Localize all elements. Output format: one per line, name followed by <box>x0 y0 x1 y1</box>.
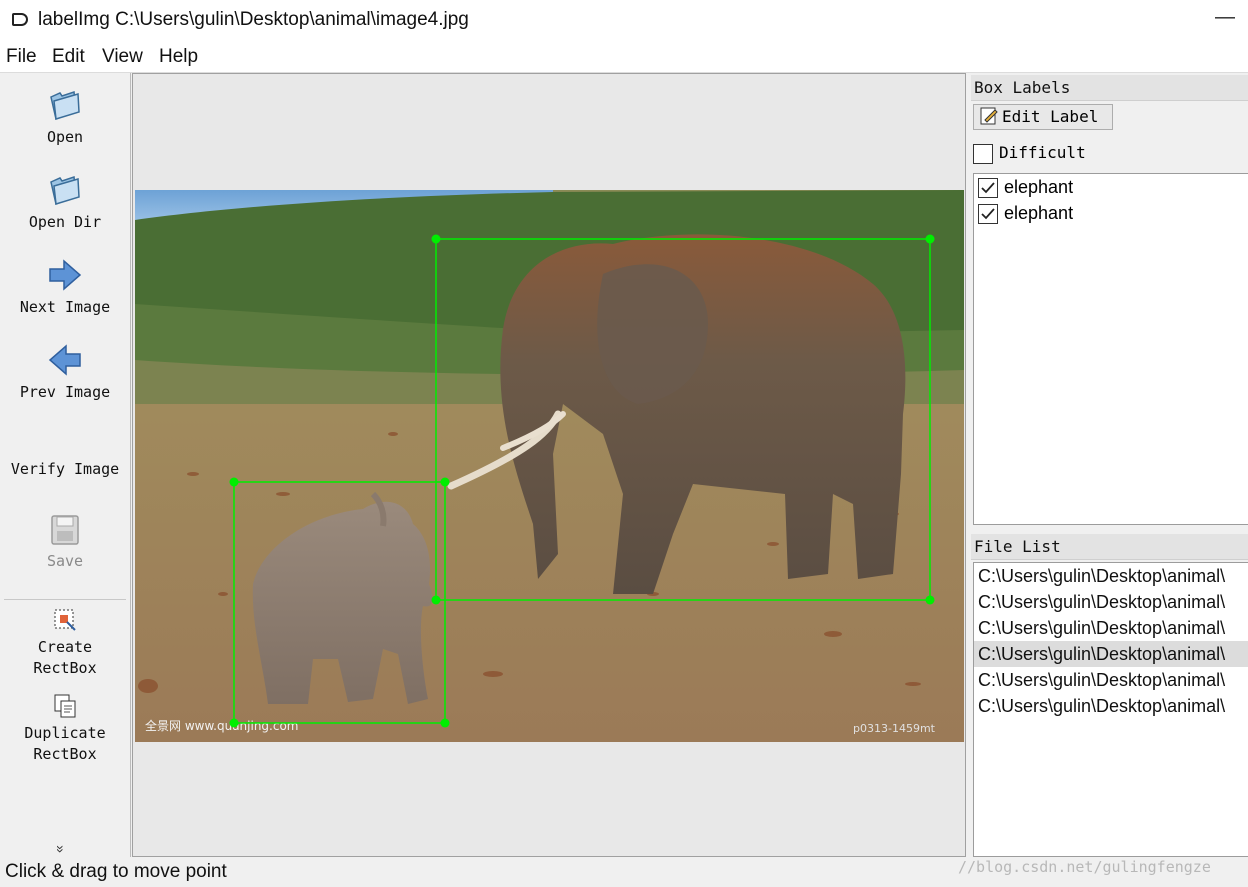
label-list-item[interactable]: elephant <box>974 200 1248 226</box>
verify-image-button[interactable]: Verify Image <box>0 459 130 480</box>
edit-label-button[interactable]: Edit Label <box>973 104 1113 130</box>
next-image-label: Next Image <box>19 298 111 316</box>
save-button[interactable]: Save <box>0 513 130 572</box>
status-text: Click & drag to move point <box>5 861 227 882</box>
file-list-title: File List <box>971 534 1248 560</box>
file-list-item[interactable]: C:\Users\gulin\Desktop\animal\ <box>974 589 1248 615</box>
photo: 全景网 www.quanjing.com p0313-1459mt <box>135 190 964 742</box>
minimize-button[interactable]: — <box>1214 6 1236 32</box>
prev-image-button[interactable]: Prev Image <box>0 342 130 403</box>
difficult-checkbox[interactable]: Difficult <box>973 143 1086 165</box>
file-list-item[interactable]: C:\Users\gulin\Desktop\animal\ <box>974 693 1248 719</box>
box-corner-handle[interactable] <box>229 477 239 487</box>
check-icon <box>981 208 995 220</box>
file-list-item[interactable]: C:\Users\gulin\Desktop\animal\ <box>974 563 1248 589</box>
title-bar: labelImg C:\Users\gulin\Desktop\animal\i… <box>0 0 1248 40</box>
file-list[interactable]: C:\Users\gulin\Desktop\animal\ C:\Users\… <box>973 562 1248 857</box>
create-rectbox-icon <box>54 609 76 631</box>
label-text: elephant <box>1004 203 1074 223</box>
save-label: Save <box>46 552 84 570</box>
window-title: labelImg C:\Users\gulin\Desktop\animal\i… <box>38 9 469 30</box>
edit-icon <box>980 107 998 125</box>
arrow-right-icon <box>49 259 82 291</box>
label-checkbox[interactable] <box>978 204 998 225</box>
file-list-item[interactable]: C:\Users\gulin\Desktop\animal\ <box>974 615 1248 641</box>
floppy-disk-icon <box>51 515 79 545</box>
folder-open-icon <box>50 90 80 121</box>
blog-watermark: //blog.csdn.net/gulingfengze <box>958 858 1211 876</box>
image-view[interactable]: 全景网 www.quanjing.com p0313-1459mt <box>133 74 966 857</box>
difficult-checkbox-box[interactable] <box>973 143 993 164</box>
toolbar-extension-button[interactable]: » <box>53 845 69 853</box>
box-corner-handle[interactable] <box>440 718 450 728</box>
difficult-label: Difficult <box>999 143 1086 162</box>
open-label: Open <box>46 128 84 146</box>
photo-watermark-left: 全景网 www.quanjing.com <box>145 718 299 733</box>
menu-file[interactable]: File <box>6 46 37 68</box>
label-checkbox[interactable] <box>978 178 998 199</box>
check-icon <box>981 182 995 194</box>
box-corner-handle[interactable] <box>431 595 441 605</box>
edit-label-text: Edit Label <box>1002 107 1099 126</box>
duplicate-rectbox-label-2: RectBox <box>33 745 97 763</box>
create-rectbox-label-2: RectBox <box>33 659 97 677</box>
duplicate-rectbox-button[interactable]: Duplicate RectBox <box>0 693 130 765</box>
next-image-button[interactable]: Next Image <box>0 257 130 318</box>
prev-image-label: Prev Image <box>19 383 111 401</box>
arrow-left-icon <box>48 344 81 376</box>
menu-edit[interactable]: Edit <box>52 46 85 68</box>
box-corner-handle[interactable] <box>440 477 450 487</box>
box-labels-title: Box Labels <box>971 75 1248 101</box>
verify-image-label: Verify Image <box>10 460 120 478</box>
label-list[interactable]: elephant elephant <box>973 173 1248 525</box>
open-dir-label: Open Dir <box>28 213 102 231</box>
create-rectbox-button[interactable]: Create RectBox <box>0 607 130 679</box>
create-rectbox-label-1: Create <box>37 638 93 656</box>
box-corner-handle[interactable] <box>229 718 239 728</box>
menu-help[interactable]: Help <box>159 46 198 68</box>
app-icon <box>12 13 28 26</box>
box-corner-handle[interactable] <box>431 234 441 244</box>
box-corner-handle[interactable] <box>925 595 935 605</box>
duplicate-rectbox-label-1: Duplicate <box>24 724 106 742</box>
open-button[interactable]: Open <box>0 87 130 148</box>
right-dock: Box Labels Edit Label Difficult elephant… <box>971 73 1248 857</box>
label-list-item[interactable]: elephant <box>974 174 1248 200</box>
file-list-item-selected[interactable]: C:\Users\gulin\Desktop\animal\ <box>974 641 1248 667</box>
label-text: elephant <box>1004 177 1074 197</box>
menu-view[interactable]: View <box>102 46 143 68</box>
photo-watermark-right: p0313-1459mt <box>853 722 936 735</box>
toolbar-divider <box>4 599 126 600</box>
menu-bar: File Edit View Help <box>0 40 1248 73</box>
folder-open-icon <box>50 175 80 206</box>
box-corner-handle[interactable] <box>925 234 935 244</box>
open-dir-button[interactable]: Open Dir <box>0 172 130 233</box>
image-canvas[interactable]: 全景网 www.quanjing.com p0313-1459mt <box>132 73 966 857</box>
toolbar: Open Open Dir Next Image Prev Image Veri… <box>0 73 131 857</box>
file-list-item[interactable]: C:\Users\gulin\Desktop\animal\ <box>974 667 1248 693</box>
duplicate-icon <box>54 694 76 718</box>
